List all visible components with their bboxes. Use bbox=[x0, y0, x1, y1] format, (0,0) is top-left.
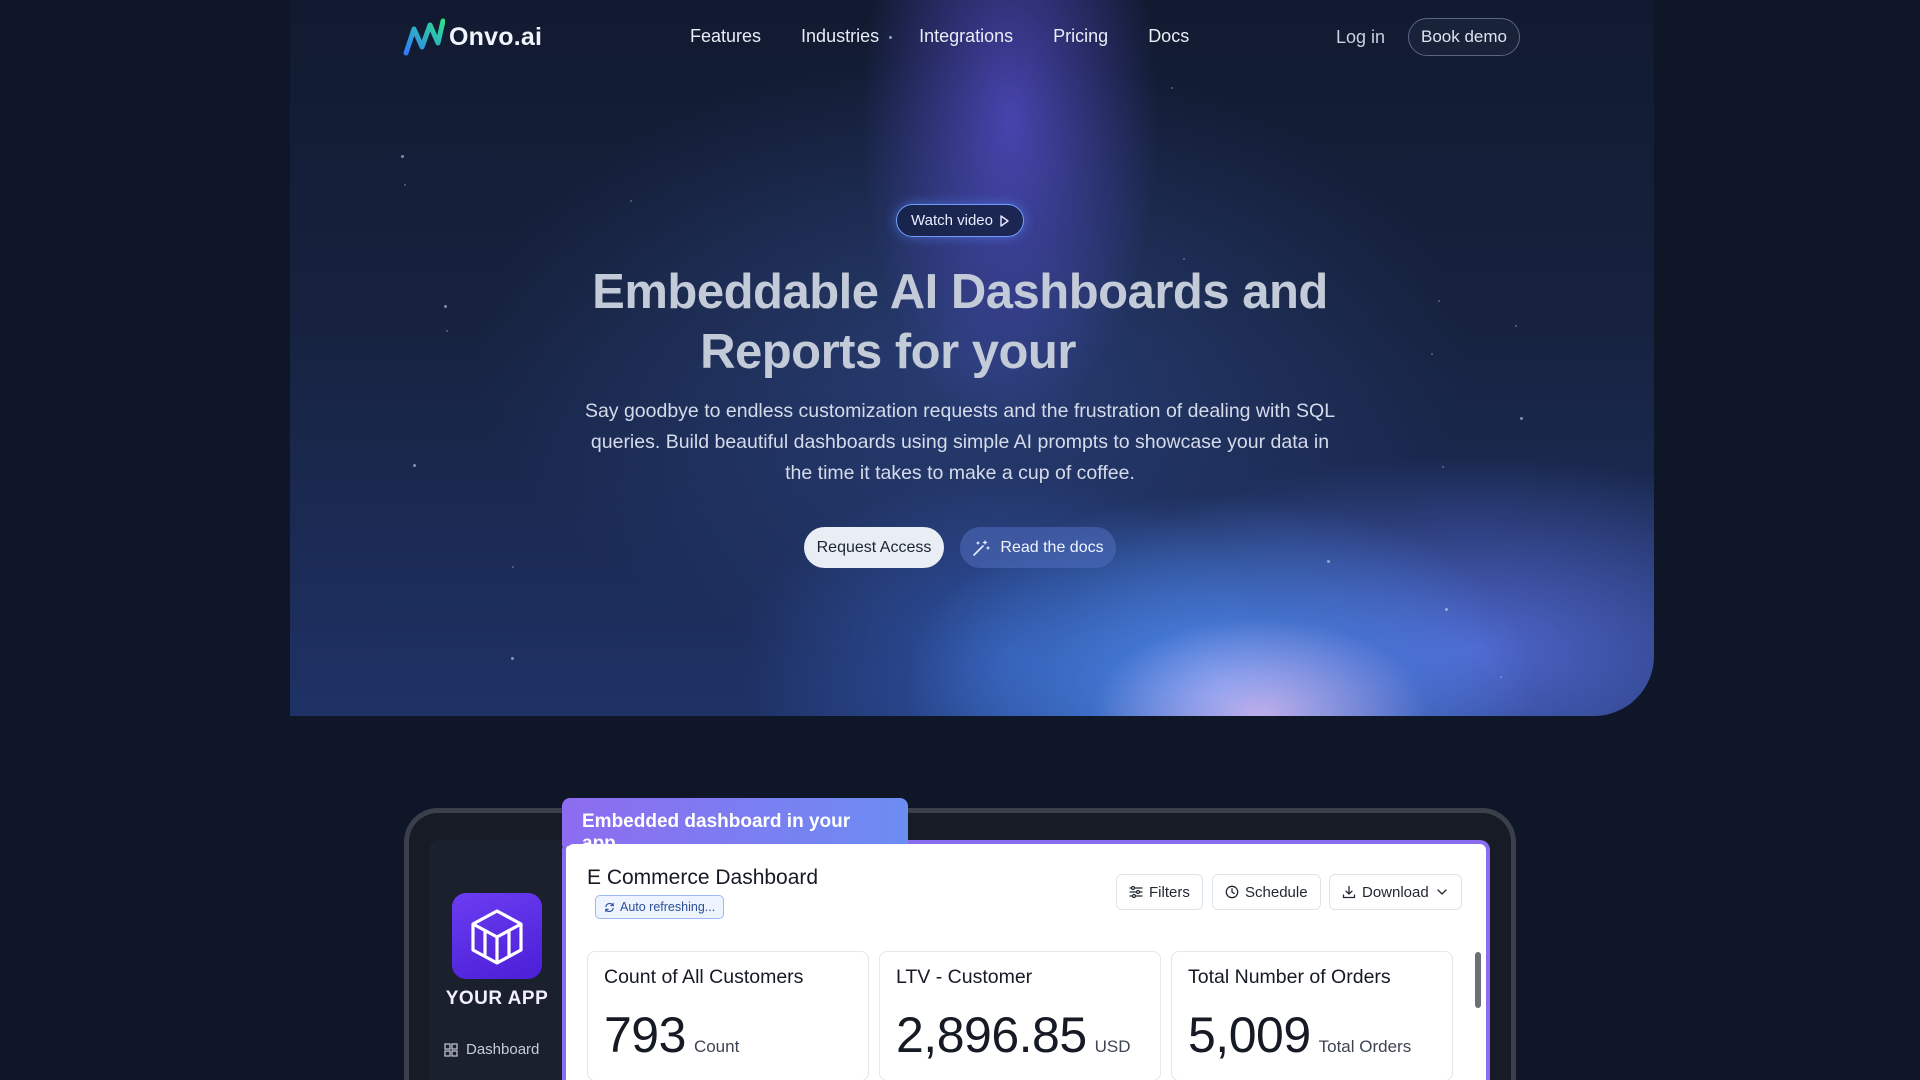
nav-link-integrations[interactable]: Integrations bbox=[919, 26, 1013, 47]
dashboard-title: E Commerce Dashboard bbox=[587, 866, 819, 889]
request-access-button[interactable]: Request Access bbox=[804, 527, 944, 568]
kpi-card-ltv: LTV - Customer 2,896.85 USD bbox=[879, 951, 1161, 1080]
filters-label: Filters bbox=[1149, 883, 1190, 901]
star bbox=[1515, 325, 1517, 327]
star bbox=[1431, 353, 1433, 355]
filters-icon bbox=[1129, 885, 1143, 899]
download-button[interactable]: Download bbox=[1329, 874, 1462, 910]
star bbox=[1438, 300, 1440, 302]
star bbox=[1183, 258, 1185, 260]
watch-video-button[interactable]: Watch video bbox=[896, 204, 1024, 237]
star bbox=[401, 155, 404, 158]
dashboard-scrollbar[interactable] bbox=[1475, 952, 1481, 1008]
embedded-dashboard-tab: Embedded dashboard in your app bbox=[562, 798, 908, 854]
hero-title: Embeddable AI Dashboards and Reports for… bbox=[560, 262, 1360, 382]
refresh-icon bbox=[605, 902, 614, 912]
kpi-value-row: 2,896.85 USD bbox=[896, 1006, 1131, 1064]
kpi-value-row: 5,009 Total Orders bbox=[1188, 1006, 1411, 1064]
top-navbar: Onvo.ai Features Industries Integrations… bbox=[0, 0, 1920, 76]
kpi-title: Total Number of Orders bbox=[1188, 966, 1391, 988]
read-docs-button[interactable]: Read the docs bbox=[960, 527, 1116, 568]
login-link[interactable]: Log in bbox=[1336, 27, 1385, 48]
app-logo bbox=[452, 893, 542, 979]
download-label: Download bbox=[1362, 883, 1429, 901]
kpi-card-orders: Total Number of Orders 5,009 Total Orders bbox=[1171, 951, 1453, 1080]
read-docs-label: Read the docs bbox=[1000, 538, 1104, 556]
nav-links: Features Industries Integrations Pricing… bbox=[690, 26, 1189, 47]
kpi-value: 5,009 bbox=[1188, 1007, 1311, 1063]
kpi-title: Count of All Customers bbox=[604, 966, 804, 988]
nav-link-docs[interactable]: Docs bbox=[1148, 26, 1189, 47]
kpi-value: 2,896.85 bbox=[896, 1007, 1087, 1063]
star bbox=[446, 330, 448, 332]
chevron-down-icon bbox=[1437, 889, 1447, 895]
star bbox=[444, 305, 447, 308]
star bbox=[1445, 608, 1448, 611]
auto-refresh-badge: Auto refreshing... bbox=[595, 895, 725, 919]
star bbox=[630, 200, 632, 202]
star bbox=[1171, 87, 1173, 89]
sidebar-item-dashboard[interactable]: Dashboard bbox=[444, 1041, 539, 1058]
star bbox=[413, 464, 416, 467]
brand-logo[interactable]: Onvo.ai bbox=[403, 17, 542, 57]
nav-separator-dot bbox=[889, 36, 892, 39]
nav-link-pricing[interactable]: Pricing bbox=[1053, 26, 1108, 47]
star bbox=[511, 657, 514, 660]
nav-link-industries[interactable]: Industries bbox=[801, 26, 879, 47]
auto-refresh-label: Auto refreshing... bbox=[620, 900, 716, 914]
download-icon bbox=[1342, 885, 1356, 899]
kpi-value-row: 793 Count bbox=[604, 1006, 739, 1064]
kpi-title: LTV - Customer bbox=[896, 966, 1033, 988]
page: Onvo.ai Features Industries Integrations… bbox=[0, 0, 1920, 1080]
schedule-button[interactable]: Schedule bbox=[1212, 874, 1321, 910]
star bbox=[1500, 676, 1502, 678]
hero-subtitle: Say goodbye to endless customization req… bbox=[584, 400, 1336, 484]
brand-name: Onvo.ai bbox=[449, 22, 543, 51]
hero-title-line2: Reports for your bbox=[700, 325, 1076, 379]
onvo-logo-icon bbox=[403, 18, 445, 56]
kpi-unit: Count bbox=[693, 1037, 740, 1056]
kpi-unit: Total Orders bbox=[1318, 1037, 1412, 1056]
app-name: YOUR APP bbox=[445, 988, 549, 1009]
kpi-unit: USD bbox=[1094, 1037, 1131, 1056]
nav-link-features[interactable]: Features bbox=[690, 26, 761, 47]
magic-wand-icon bbox=[973, 539, 991, 556]
app-logo-icon bbox=[471, 909, 523, 965]
filters-button[interactable]: Filters bbox=[1116, 874, 1203, 910]
star bbox=[404, 184, 406, 186]
play-icon bbox=[1000, 214, 1009, 227]
schedule-label: Schedule bbox=[1245, 883, 1308, 901]
star bbox=[1442, 466, 1444, 468]
star bbox=[512, 566, 514, 568]
sidebar-item-label: Dashboard bbox=[466, 1041, 540, 1058]
star bbox=[1327, 560, 1330, 563]
book-demo-button[interactable]: Book demo bbox=[1408, 18, 1520, 56]
watch-video-label: Watch video bbox=[911, 212, 993, 229]
grid-icon bbox=[444, 1042, 458, 1057]
clock-icon bbox=[1225, 885, 1239, 899]
star bbox=[1520, 417, 1523, 420]
kpi-value: 793 bbox=[604, 1007, 686, 1063]
hero-title-line1: Embeddable AI Dashboards and bbox=[592, 265, 1328, 319]
kpi-card-customers: Count of All Customers 793 Count bbox=[587, 951, 869, 1080]
